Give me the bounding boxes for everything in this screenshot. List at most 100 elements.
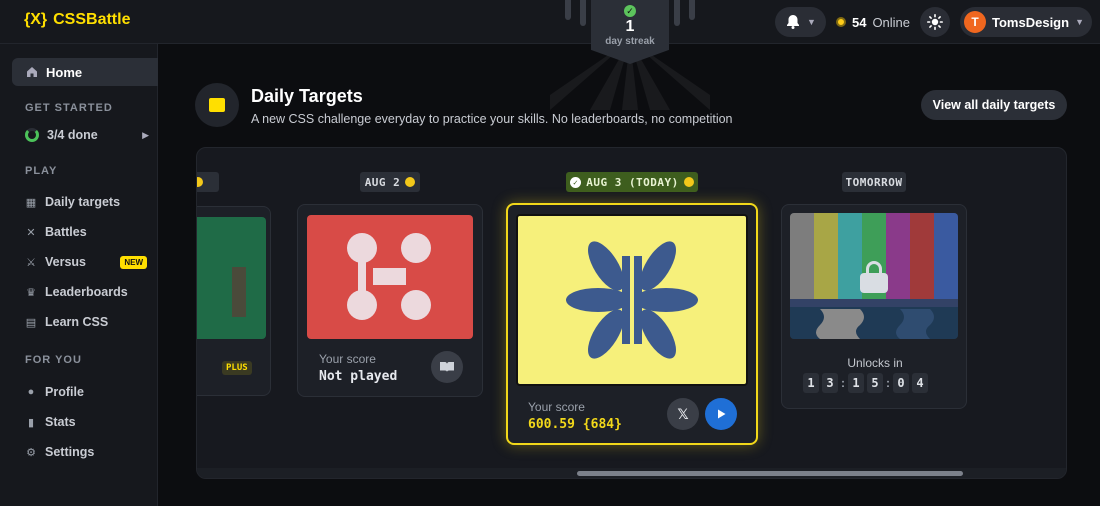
target-card-today[interactable]: Your score 600.59 {684} 𝕏 xyxy=(506,203,758,445)
score-label: Your score xyxy=(319,352,376,366)
date-tag-today: ✓ AUG 3 (TODAY) xyxy=(566,172,698,192)
daily-targets-carousel[interactable]: PLUS AUG 2 Your score Not played ✓ AUG 3… xyxy=(196,147,1067,479)
target-preview xyxy=(197,217,266,339)
date-label: AUG 3 (TODAY) xyxy=(586,175,679,189)
section-title-for-you: FOR YOU xyxy=(25,354,82,366)
scrollbar-thumb[interactable] xyxy=(577,471,963,476)
chevron-down-icon: ▼ xyxy=(1075,17,1084,27)
timer-separator: : xyxy=(886,376,890,390)
sidebar-item-battles[interactable]: ✕ Battles xyxy=(25,225,147,239)
book-icon xyxy=(440,362,454,372)
lock-icon xyxy=(860,261,888,293)
user-menu-button[interactable]: T TomsDesign ▼ xyxy=(960,7,1092,37)
sidebar-item-leaderboards[interactable]: ♛ Leaderboards xyxy=(25,285,147,299)
online-label: Online xyxy=(872,14,911,30)
streak-widget: ✓ 1 day streak xyxy=(550,0,710,110)
score-label: Your score xyxy=(528,400,585,414)
date-label: AUG 2 xyxy=(364,175,401,189)
timer-digit: 1 xyxy=(803,373,819,393)
calendar-icon xyxy=(209,98,225,112)
sidebar-item-label: Home xyxy=(46,64,83,80)
sidebar-item-label: Leaderboards xyxy=(45,285,128,299)
gear-icon: ⚙ xyxy=(26,446,36,459)
home-icon xyxy=(27,67,37,77)
sidebar-item-settings[interactable]: ⚙ Settings xyxy=(25,445,147,459)
book-icon: ▤ xyxy=(25,316,37,329)
check-icon: ✓ xyxy=(570,176,582,188)
page-subtitle: A new CSS challenge everyday to practice… xyxy=(251,112,733,126)
app-name: CSSBattle xyxy=(53,11,131,28)
daily-targets-icon-wrap xyxy=(195,83,239,127)
bell-icon xyxy=(787,15,800,29)
check-icon: ✓ xyxy=(624,5,636,17)
target-shape xyxy=(347,233,431,320)
date-tag xyxy=(197,172,219,192)
sidebar-item-versus[interactable]: ⚔ Versus NEW xyxy=(25,255,147,269)
locked-preview xyxy=(790,213,958,339)
chevron-down-icon: ▼ xyxy=(807,17,816,27)
target-card-previous[interactable]: PLUS xyxy=(197,206,271,396)
section-title-get-started: GET STARTED xyxy=(25,102,113,114)
plus-badge: PLUS xyxy=(222,361,252,375)
play-button[interactable] xyxy=(705,398,737,430)
unlock-countdown: 1 3 : 1 5 : 0 4 xyxy=(803,373,928,393)
streak-pin xyxy=(580,0,586,26)
horizontal-scrollbar[interactable] xyxy=(197,468,1066,478)
timer-digit: 3 xyxy=(822,373,838,393)
emoji-icon xyxy=(405,177,416,187)
progress-ring-icon xyxy=(25,128,39,142)
chevron-right-icon: ▶ xyxy=(142,129,149,140)
sidebar-item-stats[interactable]: ▮ Stats xyxy=(25,415,147,429)
user-icon: ● xyxy=(27,386,35,398)
sidebar-item-label: 3/4 done xyxy=(47,128,98,142)
top-right-controls: ▼ 54 Online T TomsDesign ▼ xyxy=(775,6,1092,38)
stats-icon: ▮ xyxy=(27,416,35,429)
date-tag: TOMORROW xyxy=(842,172,906,192)
target-card-aug-2[interactable]: Your score Not played xyxy=(297,204,483,397)
learn-button[interactable] xyxy=(431,351,463,383)
online-count: 54 xyxy=(851,14,867,30)
sidebar-item-learn-css[interactable]: ▤ Learn CSS xyxy=(25,315,147,329)
sidebar-item-home[interactable]: Home xyxy=(12,58,158,86)
swords-icon: ✕ xyxy=(26,226,36,239)
sidebar-item-label: Versus xyxy=(45,255,87,269)
sidebar-item-profile[interactable]: ● Profile xyxy=(25,385,147,399)
target-shape xyxy=(566,241,698,359)
sidebar-item-label: Settings xyxy=(45,445,95,459)
target-shape xyxy=(232,267,246,317)
sidebar-item-label: Battles xyxy=(45,225,87,239)
avatar: T xyxy=(964,11,987,33)
sun-icon xyxy=(927,14,944,30)
timer-digit: 0 xyxy=(893,373,909,393)
streak-label: day streak xyxy=(605,36,655,47)
sidebar-item-label: Daily targets xyxy=(45,195,121,209)
sidebar-item-progress[interactable]: 3/4 done ▶ xyxy=(25,128,149,142)
timer-digit: 5 xyxy=(867,373,883,393)
sidebar-item-label: Profile xyxy=(45,385,84,399)
username: TomsDesign xyxy=(992,14,1070,30)
unlock-label: Unlocks in xyxy=(847,356,903,370)
target-preview xyxy=(516,214,748,386)
emoji-icon xyxy=(683,177,694,187)
play-icon xyxy=(718,409,726,419)
score-value: 600.59 {684} xyxy=(528,417,622,432)
date-tag: AUG 2 xyxy=(360,172,420,192)
sidebar-item-label: Stats xyxy=(45,415,76,429)
versus-icon: ⚔ xyxy=(26,256,36,269)
notifications-button[interactable]: ▼ xyxy=(775,7,826,37)
logo-mark: {X} xyxy=(24,11,48,28)
target-preview xyxy=(307,215,473,339)
streak-pin xyxy=(674,0,680,26)
online-status: 54 Online xyxy=(835,14,911,30)
score-value: Not played xyxy=(319,369,398,384)
logo[interactable]: {X} CSSBattle xyxy=(24,11,130,29)
view-all-daily-targets-button[interactable]: View all daily targets xyxy=(921,90,1067,120)
theme-toggle-button[interactable] xyxy=(920,7,951,37)
new-badge: NEW xyxy=(120,255,147,269)
online-dot-icon xyxy=(835,17,846,27)
section-title-play: PLAY xyxy=(25,165,58,177)
emoji-icon xyxy=(197,177,203,187)
timer-digit: 1 xyxy=(848,373,864,393)
sidebar-item-daily-targets[interactable]: ▦ Daily targets xyxy=(25,195,147,209)
share-x-button[interactable]: 𝕏 xyxy=(667,398,699,430)
